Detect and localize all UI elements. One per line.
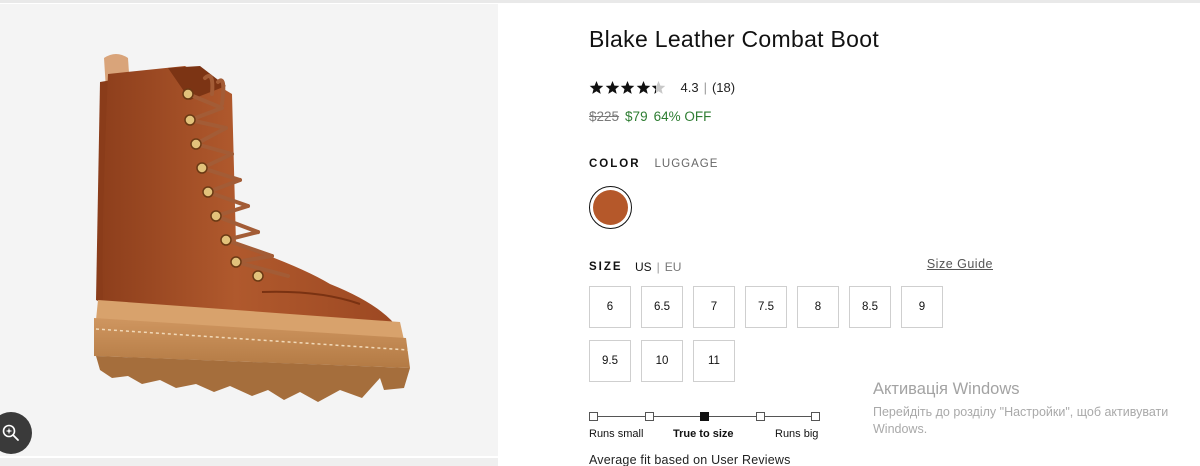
color-label: COLOR xyxy=(589,158,641,170)
fit-marker xyxy=(755,412,765,421)
size-option[interactable]: 7 xyxy=(693,286,735,328)
size-option[interactable]: 8 xyxy=(797,286,839,328)
unit-us[interactable]: US xyxy=(635,260,652,274)
watermark-body: Перейдіть до розділу "Настройки", щоб ак… xyxy=(873,405,1169,436)
original-price: $225 xyxy=(589,109,620,124)
star-icon xyxy=(651,80,666,94)
discount-badge: 64% OFF xyxy=(653,109,712,124)
size-heading: SIZE US | EU Size Guide xyxy=(589,257,993,276)
windows-activation-watermark: Активація Windows Перейдіть до розділу "… xyxy=(873,380,1200,437)
watermark-title: Активація Windows xyxy=(873,380,1020,398)
star-rating xyxy=(589,80,667,95)
star-icon xyxy=(636,80,650,94)
size-guide-link[interactable]: Size Guide xyxy=(927,257,993,271)
size-unit-toggle: US | EU xyxy=(635,260,681,274)
size-option[interactable]: 9.5 xyxy=(589,340,631,382)
fit-labels: Runs small True to size Runs big xyxy=(589,428,829,442)
fit-label-small: Runs small xyxy=(589,428,644,440)
image-bottom-strip xyxy=(0,458,498,466)
color-value: LUGGAGE xyxy=(654,158,719,170)
zoom-sparkle-icon xyxy=(2,424,19,441)
color-heading: COLOR LUGGAGE xyxy=(589,158,718,170)
price-row: $225 $79 64% OFF xyxy=(589,109,711,124)
rating-separator: | xyxy=(703,79,707,95)
star-icon xyxy=(620,80,635,94)
size-option[interactable]: 6.5 xyxy=(641,286,683,328)
unit-eu[interactable]: EU xyxy=(665,260,682,274)
star-icon xyxy=(605,80,619,94)
rating-value: 4.3 xyxy=(680,79,699,95)
product-title: Blake Leather Combat Boot xyxy=(589,26,880,52)
fit-label-big: Runs big xyxy=(775,428,819,440)
fit-label-true: True to size xyxy=(673,428,734,440)
color-swatch-fill xyxy=(593,190,628,225)
product-image-panel xyxy=(0,4,498,456)
sale-price: $79 xyxy=(625,109,648,124)
size-option[interactable]: 10 xyxy=(641,340,683,382)
fit-scale xyxy=(589,410,829,424)
fit-marker xyxy=(589,412,598,421)
color-swatch-luggage[interactable] xyxy=(589,186,632,229)
fit-marker xyxy=(811,412,820,421)
unit-separator: | xyxy=(656,260,660,274)
star-icon xyxy=(589,80,604,94)
product-image-boot[interactable] xyxy=(0,4,498,456)
size-option[interactable]: 11 xyxy=(693,340,735,382)
fit-marker xyxy=(644,412,654,421)
size-option[interactable]: 8.5 xyxy=(849,286,891,328)
size-option[interactable]: 6 xyxy=(589,286,631,328)
size-option[interactable]: 7.5 xyxy=(745,286,787,328)
review-count[interactable]: (18) xyxy=(712,80,735,95)
rating-summary[interactable]: 4.3 | (18) xyxy=(589,78,735,96)
fit-marker-selected xyxy=(700,412,709,421)
fit-note: Average fit based on User Reviews xyxy=(589,453,791,466)
size-label: SIZE xyxy=(589,261,623,273)
size-option[interactable]: 9 xyxy=(901,286,943,328)
